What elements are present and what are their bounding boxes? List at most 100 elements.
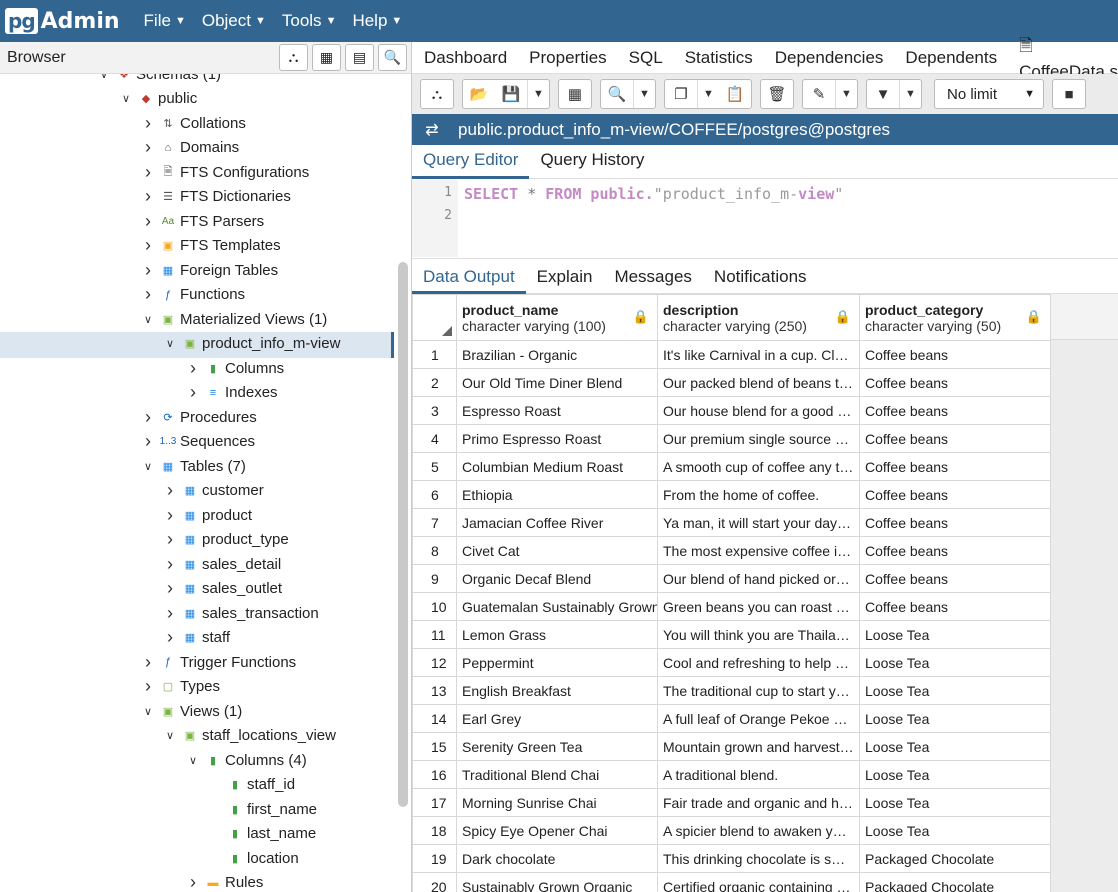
cell-product-category[interactable]: Coffee beans	[859, 340, 1051, 369]
cell-description[interactable]: The most expensive coffee in ...	[657, 536, 860, 565]
cell-product-category[interactable]: Coffee beans	[859, 564, 1051, 593]
table-row[interactable]: 14 Earl Grey A full leaf of Orange Pekoe b…	[412, 704, 1051, 733]
row-number[interactable]: 3	[412, 396, 457, 425]
cell-product-category[interactable]: Loose Tea	[859, 732, 1051, 761]
cell-product-name[interactable]: Sustainably Grown Organic	[456, 872, 658, 892]
chevron-right-icon[interactable]: ›	[163, 554, 177, 575]
tree-scrollbar[interactable]	[398, 262, 408, 807]
menu-object[interactable]: Object ▼	[202, 11, 266, 31]
cell-product-category[interactable]: Loose Tea	[859, 620, 1051, 649]
chevron-right-icon[interactable]: ›	[163, 505, 177, 526]
tab-explain[interactable]: Explain	[526, 259, 604, 294]
row-number[interactable]: 7	[412, 508, 457, 537]
tab-sql[interactable]: SQL	[629, 48, 663, 68]
table-row[interactable]: 9 Organic Decaf Blend Our blend of hand pi…	[412, 564, 1051, 593]
cell-description[interactable]: Cool and refreshing to help ca...	[657, 648, 860, 677]
paste-button[interactable]: 📋	[719, 80, 751, 108]
row-number[interactable]: 18	[412, 816, 457, 845]
row-number[interactable]: 13	[412, 676, 457, 705]
table-row[interactable]: 7 Jamacian Coffee River Ya man, it will st…	[412, 508, 1051, 537]
table-row[interactable]: 13 English Breakfast The traditional cup t…	[412, 676, 1051, 705]
find-options-button[interactable]: ▼	[633, 80, 655, 108]
chevron-down-icon[interactable]: ∨	[141, 705, 155, 718]
cell-product-category[interactable]: Coffee beans	[859, 396, 1051, 425]
tree-node[interactable]: ∨ ▣ staff_locations_view	[163, 724, 336, 748]
chevron-down-icon[interactable]: ∨	[97, 74, 111, 81]
tree-node[interactable]: ▮ staff_id	[208, 773, 295, 797]
table-row[interactable]: 6 Ethiopia From the home of coffee. Coffee …	[412, 480, 1051, 509]
tree-node[interactable]: › ⌂ Domains	[141, 136, 239, 160]
cell-description[interactable]: A full leaf of Orange Pekoe ble...	[657, 704, 860, 733]
copy-options-button[interactable]: ▼	[697, 80, 719, 108]
cell-product-name[interactable]: Lemon Grass	[456, 620, 658, 649]
row-number[interactable]: 5	[412, 452, 457, 481]
chevron-down-icon[interactable]: ∨	[163, 729, 177, 742]
cell-product-category[interactable]: Coffee beans	[859, 592, 1051, 621]
sql-editor[interactable]: 1 2 SELECT * FROM public."product_info_m…	[412, 180, 1118, 257]
tab-properties[interactable]: Properties	[529, 48, 606, 68]
cell-product-category[interactable]: Loose Tea	[859, 760, 1051, 789]
stop-button[interactable]: ■	[1053, 80, 1085, 108]
tree-node[interactable]: › ⇅ Collations	[141, 111, 246, 135]
connection-status-button[interactable]: ⛬	[421, 80, 453, 108]
cell-description[interactable]: Our premium single source of ...	[657, 424, 860, 453]
chevron-right-icon[interactable]: ›	[141, 260, 155, 281]
tab-messages[interactable]: Messages	[603, 259, 702, 294]
chevron-down-icon[interactable]: ∨	[186, 754, 200, 767]
pgadmin-logo[interactable]: pg Admin	[5, 6, 120, 36]
cell-product-name[interactable]: Earl Grey	[456, 704, 658, 733]
chevron-right-icon[interactable]: ›	[163, 627, 177, 648]
row-number[interactable]: 12	[412, 648, 457, 677]
chevron-right-icon[interactable]: ›	[141, 162, 155, 183]
edit-button[interactable]: ✎	[803, 80, 835, 108]
chevron-right-icon[interactable]: ›	[141, 211, 155, 232]
chevron-right-icon[interactable]: ›	[186, 872, 200, 892]
row-number[interactable]: 8	[412, 536, 457, 565]
row-number[interactable]: 14	[412, 704, 457, 733]
row-number[interactable]: 9	[412, 564, 457, 593]
tree-node[interactable]: › ƒ Functions	[141, 283, 245, 307]
table-row[interactable]: 12 Peppermint Cool and refreshing to help …	[412, 648, 1051, 677]
row-number[interactable]: 11	[412, 620, 457, 649]
copy-button[interactable]: ❐	[665, 80, 697, 108]
save-file-button[interactable]: 💾	[495, 80, 527, 108]
chevron-right-icon[interactable]: ›	[141, 676, 155, 697]
column-header[interactable]: product_name character varying (100) 🔒	[456, 294, 658, 341]
cell-product-category[interactable]: Loose Tea	[859, 704, 1051, 733]
tab-data-output[interactable]: Data Output	[412, 259, 526, 294]
cell-product-category[interactable]: Coffee beans	[859, 480, 1051, 509]
row-number[interactable]: 17	[412, 788, 457, 817]
chevron-right-icon[interactable]: ›	[141, 235, 155, 256]
tab-statistics[interactable]: Statistics	[685, 48, 753, 68]
tab-dependencies[interactable]: Dependencies	[775, 48, 884, 68]
tree-node[interactable]: › Aa FTS Parsers	[141, 209, 264, 233]
table-row[interactable]: 20 Sustainably Grown Organic Certified org…	[412, 872, 1051, 892]
tree-node[interactable]: ▮ first_name	[208, 797, 317, 821]
chevron-right-icon[interactable]: ›	[163, 529, 177, 550]
edit-options-button[interactable]: ▼	[835, 80, 857, 108]
tree-node[interactable]: ∨ ▮ Columns (4)	[186, 748, 307, 772]
cell-product-name[interactable]: Peppermint	[456, 648, 658, 677]
cell-product-name[interactable]: Ethiopia	[456, 480, 658, 509]
tree-node[interactable]: › ▦ staff	[163, 626, 230, 650]
chevron-right-icon[interactable]: ›	[141, 407, 155, 428]
cell-product-name[interactable]: Organic Decaf Blend	[456, 564, 658, 593]
cell-product-name[interactable]: Columbian Medium Roast	[456, 452, 658, 481]
tree-node[interactable]: › ▬ Rules	[186, 871, 263, 892]
tab-query-editor[interactable]: Query Editor	[412, 145, 530, 179]
cell-product-category[interactable]: Packaged Chocolate	[859, 844, 1051, 873]
cell-product-name[interactable]: Serenity Green Tea	[456, 732, 658, 761]
cell-product-category[interactable]: Loose Tea	[859, 648, 1051, 677]
column-header[interactable]: description character varying (250) 🔒	[657, 294, 860, 341]
tab-query-history[interactable]: Query History	[529, 145, 655, 179]
chevron-right-icon[interactable]: ›	[186, 358, 200, 379]
tree-node[interactable]: › ▦ Foreign Tables	[141, 258, 278, 282]
chevron-right-icon[interactable]: ›	[141, 113, 155, 134]
tree-node[interactable]: › ▢ Types	[141, 675, 220, 699]
table-row[interactable]: 4 Primo Espresso Roast Our premium single …	[412, 424, 1051, 453]
row-limit-select[interactable]: No limit ▼	[934, 79, 1044, 109]
row-number[interactable]: 16	[412, 760, 457, 789]
cell-product-category[interactable]: Loose Tea	[859, 676, 1051, 705]
filter-rows-button[interactable]: ▤	[345, 44, 374, 71]
cell-product-name[interactable]: Our Old Time Diner Blend	[456, 368, 658, 397]
